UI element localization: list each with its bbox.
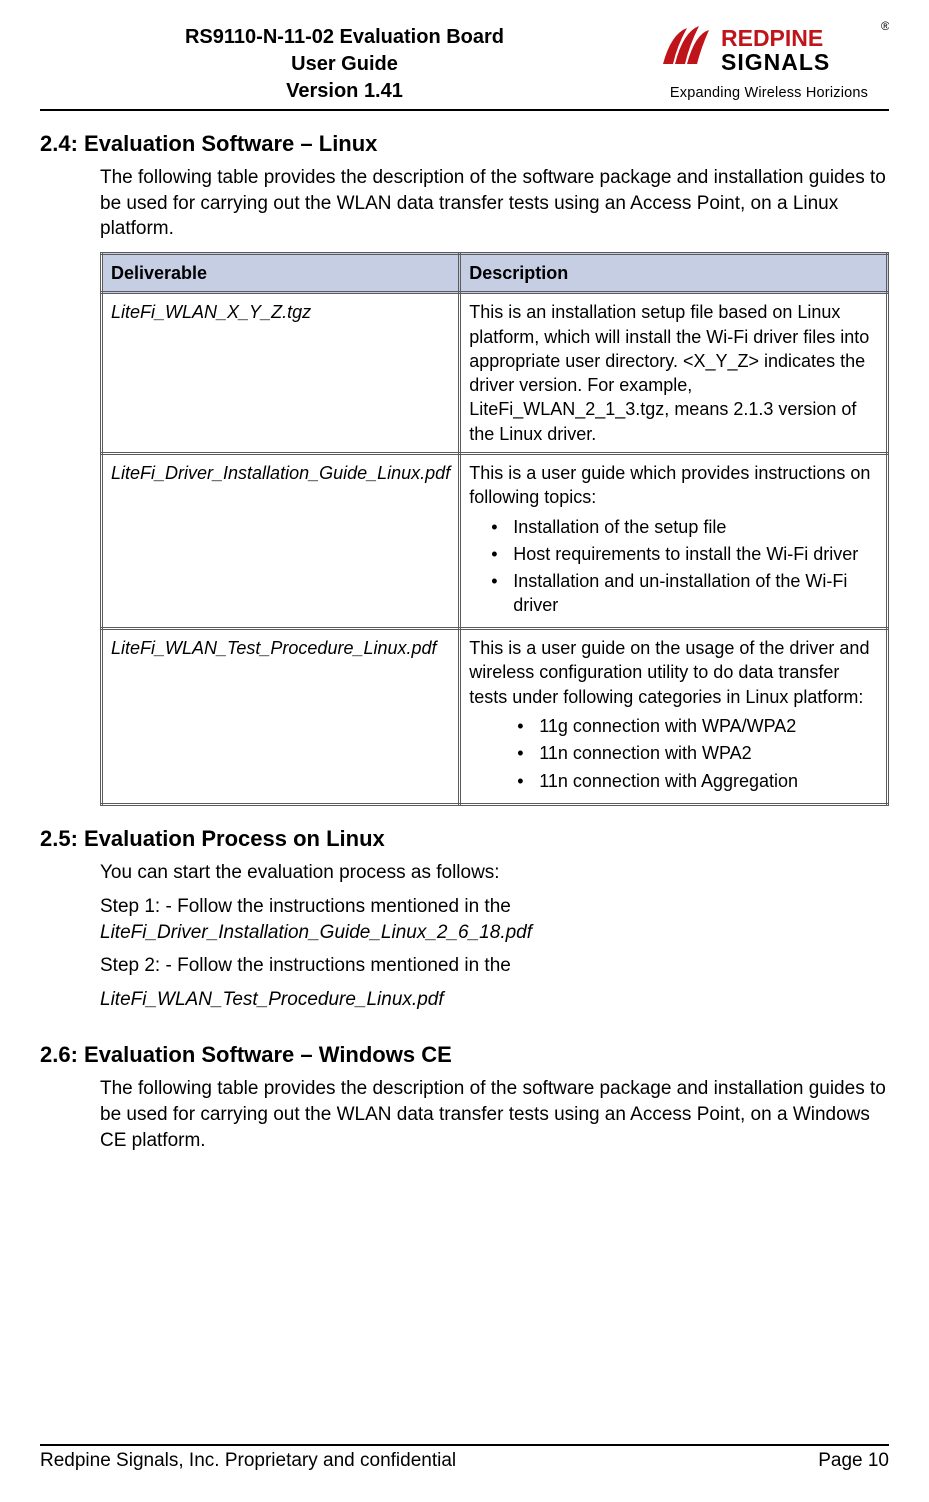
- table-row: LiteFi_WLAN_X_Y_Z.tgz This is an install…: [102, 293, 888, 454]
- deliverable-desc: This is a user guide which provides inst…: [460, 454, 888, 629]
- doc-title-line3: Version 1.41: [40, 78, 649, 105]
- doc-title-block: RS9110-N-11-02 Evaluation Board User Gui…: [40, 20, 649, 105]
- list-item: 11g connection with WPA/WPA2: [517, 715, 878, 738]
- redpine-logo-icon: REDPINE SIGNALS ®: [659, 20, 889, 78]
- deliverables-table: Deliverable Description LiteFi_WLAN_X_Y_…: [100, 252, 889, 806]
- deliverable-name: LiteFi_Driver_Installation_Guide_Linux.p…: [102, 454, 460, 629]
- deliverable-desc: This is an installation setup file based…: [460, 293, 888, 454]
- list-item: Host requirements to install the Wi-Fi d…: [491, 543, 878, 566]
- th-description: Description: [460, 253, 888, 292]
- section-heading-2-4: 2.4: Evaluation Software – Linux: [40, 131, 889, 157]
- list-item: Installation and un-installation of the …: [491, 570, 878, 617]
- list-item: 11n connection with Aggregation: [517, 770, 878, 793]
- list-item: Installation of the setup file: [491, 516, 878, 539]
- desc-lead: This is a user guide on the usage of the…: [469, 638, 869, 707]
- page-header: RS9110-N-11-02 Evaluation Board User Gui…: [40, 20, 889, 111]
- logo-block: REDPINE SIGNALS ® Expanding Wireless Hor…: [649, 20, 889, 101]
- section-2-5-body: You can start the evaluation process as …: [100, 860, 889, 1012]
- reg-mark-icon: ®: [881, 20, 889, 33]
- logo-word-bottom: SIGNALS: [721, 49, 830, 75]
- deliverable-name: LiteFi_WLAN_Test_Procedure_Linux.pdf: [102, 629, 460, 805]
- section-2-6-intro: The following table provides the descrip…: [100, 1076, 889, 1153]
- footer-left: Redpine Signals, Inc. Proprietary and co…: [40, 1450, 456, 1472]
- deliverable-desc: This is a user guide on the usage of the…: [460, 629, 888, 805]
- section-2-4-intro: The following table provides the descrip…: [100, 165, 889, 242]
- doc-title-line2: User Guide: [40, 51, 649, 78]
- s25-step2: Step 2: - Follow the instructions mentio…: [100, 953, 889, 979]
- doc-title-line1: RS9110-N-11-02 Evaluation Board: [40, 24, 649, 51]
- th-deliverable: Deliverable: [102, 253, 460, 292]
- s25-step1: Step 1: - Follow the instructions mentio…: [100, 894, 889, 945]
- footer-right: Page 10: [818, 1450, 889, 1472]
- section-2-4-body: The following table provides the descrip…: [100, 165, 889, 806]
- s25-p1: You can start the evaluation process as …: [100, 860, 889, 886]
- logo-word-top: REDPINE: [721, 25, 823, 51]
- table-row: LiteFi_WLAN_Test_Procedure_Linux.pdf Thi…: [102, 629, 888, 805]
- section-2-6-body: The following table provides the descrip…: [100, 1076, 889, 1153]
- list-item: 11n connection with WPA2: [517, 742, 878, 765]
- s25-step2-file: LiteFi_WLAN_Test_Procedure_Linux.pdf: [100, 987, 889, 1013]
- page-footer: Redpine Signals, Inc. Proprietary and co…: [40, 1444, 889, 1472]
- s25-step1-text: Step 1: - Follow the instructions mentio…: [100, 896, 511, 917]
- logo-tagline: Expanding Wireless Horizions: [649, 85, 889, 101]
- table-row: LiteFi_Driver_Installation_Guide_Linux.p…: [102, 454, 888, 629]
- desc-bullets: 11g connection with WPA/WPA2 11n connect…: [469, 715, 878, 793]
- desc-lead: This is a user guide which provides inst…: [469, 463, 870, 507]
- deliverable-name: LiteFi_WLAN_X_Y_Z.tgz: [102, 293, 460, 454]
- section-heading-2-6: 2.6: Evaluation Software – Windows CE: [40, 1042, 889, 1068]
- section-heading-2-5: 2.5: Evaluation Process on Linux: [40, 826, 889, 852]
- table-header-row: Deliverable Description: [102, 253, 888, 292]
- desc-bullets: Installation of the setup file Host requ…: [469, 516, 878, 618]
- s25-step1-file: LiteFi_Driver_Installation_Guide_Linux_2…: [100, 922, 532, 943]
